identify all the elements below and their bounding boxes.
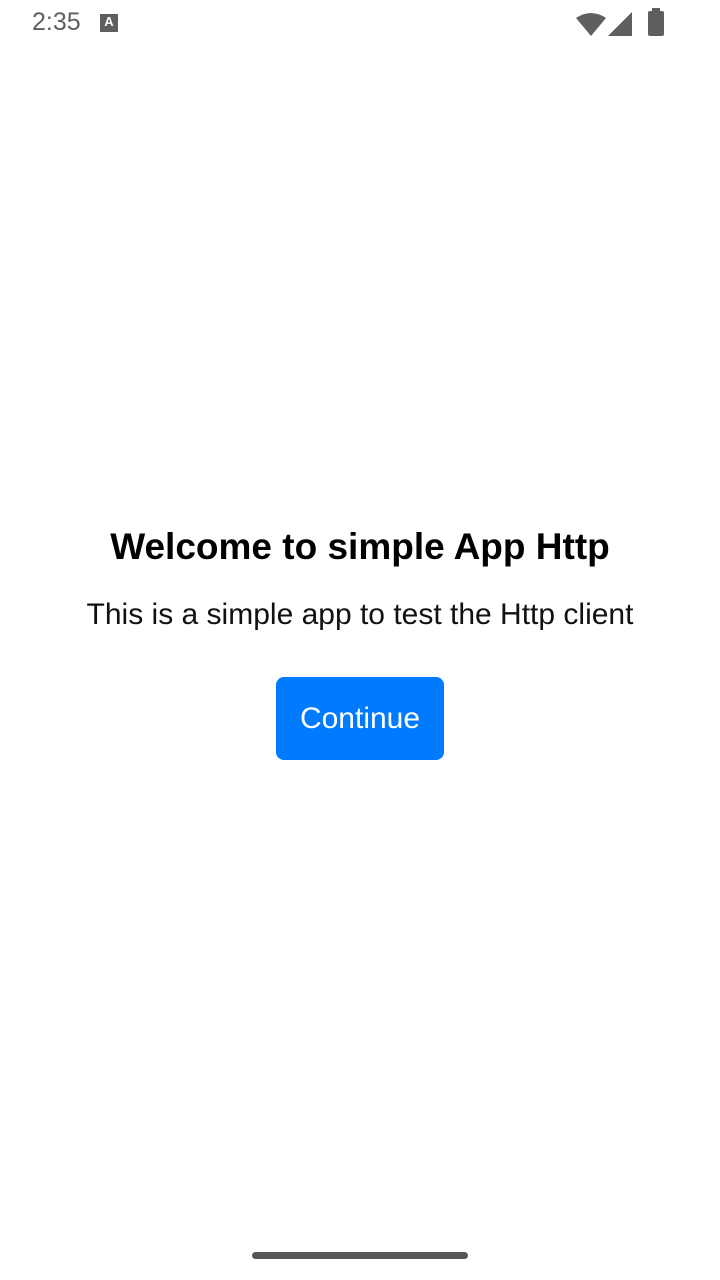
signal-icon bbox=[608, 12, 632, 36]
home-gesture-bar[interactable] bbox=[252, 1252, 468, 1259]
battery-icon bbox=[648, 8, 664, 36]
page-title: Welcome to simple App Http bbox=[110, 526, 610, 567]
text-notification-icon: A bbox=[100, 14, 118, 32]
status-bar: 2:35 A bbox=[0, 0, 720, 48]
page-subtitle: This is a simple app to test the Http cl… bbox=[86, 598, 634, 631]
status-time: 2:35 bbox=[32, 8, 81, 36]
wifi-icon bbox=[576, 13, 606, 36]
continue-button[interactable]: Continue bbox=[276, 677, 444, 760]
